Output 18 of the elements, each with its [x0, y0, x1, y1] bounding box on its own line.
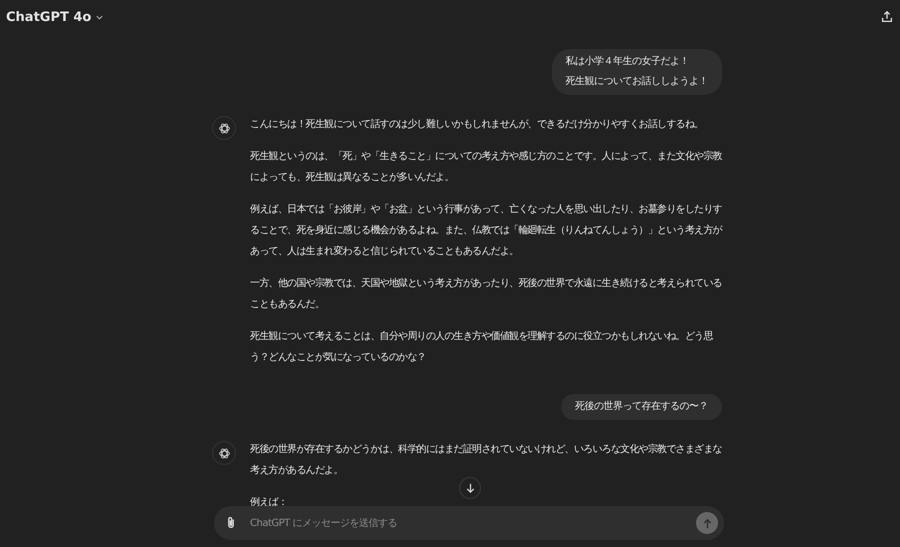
arrow-down-icon [464, 482, 476, 494]
message-paragraph: こんにちは！死生観について話すのは少し難しいかもしれませんが、できるだけ分かりやすくお話しするね。 [250, 118, 704, 132]
share-icon[interactable] [880, 10, 894, 24]
message-paragraph: 死生観というのは、「死」や「生きること」についての考え方や感じ方のことです。人によって、また文化や宗教によっても、死生観は異なることが多いんだよ。 [250, 150, 722, 185]
message-input[interactable]: ChatGPT にメッセージを送信する [248, 516, 686, 530]
model-selector[interactable]: ChatGPT 4o [6, 10, 104, 24]
user-message: 私は小学４年生の女子だよ！ 死生観についてお話ししようよ！ [552, 49, 722, 95]
arrow-up-icon [702, 518, 712, 528]
message-paragraph: 死生観について考えることは、自分や周りの人の生き方や価値観を理解するのに役立つかもしれないね。どう思う？どんなことが気になっているのかな？ [250, 330, 714, 365]
logo-icon [218, 446, 230, 460]
send-button[interactable] [696, 512, 718, 534]
user-message: 死後の世界って存在するの〜？ [561, 394, 722, 420]
message-paragraph: 例えば、日本では「お彼岸」や「お盆」という行事があって、亡くなった人を思い出したり、お墓参りをしたりすることで、死を身近に感じる機会があるよね。また、仏教では「輪廻転生（りんねてんしょう）」という考え方があって、人は生まれ変わると信じられていることもあるんだよ。 [250, 202, 722, 259]
message-paragraph: 一方、他の国や宗教では、天国や地獄という考え方があったり、死後の世界で永遠に生き続けると考えられていることもあるんだ。 [250, 276, 722, 312]
logo-icon [218, 122, 230, 134]
message-composer[interactable]: ChatGPT にメッセージを送信する [214, 506, 724, 540]
scroll-down-button[interactable] [459, 477, 481, 499]
message-paragraph: 死後の世界が存在するかどうかは、科学的にはまだ証明されていないけれど、いろいろな文化や宗教でさまざまな考え方があるんだよ。 [250, 442, 722, 478]
